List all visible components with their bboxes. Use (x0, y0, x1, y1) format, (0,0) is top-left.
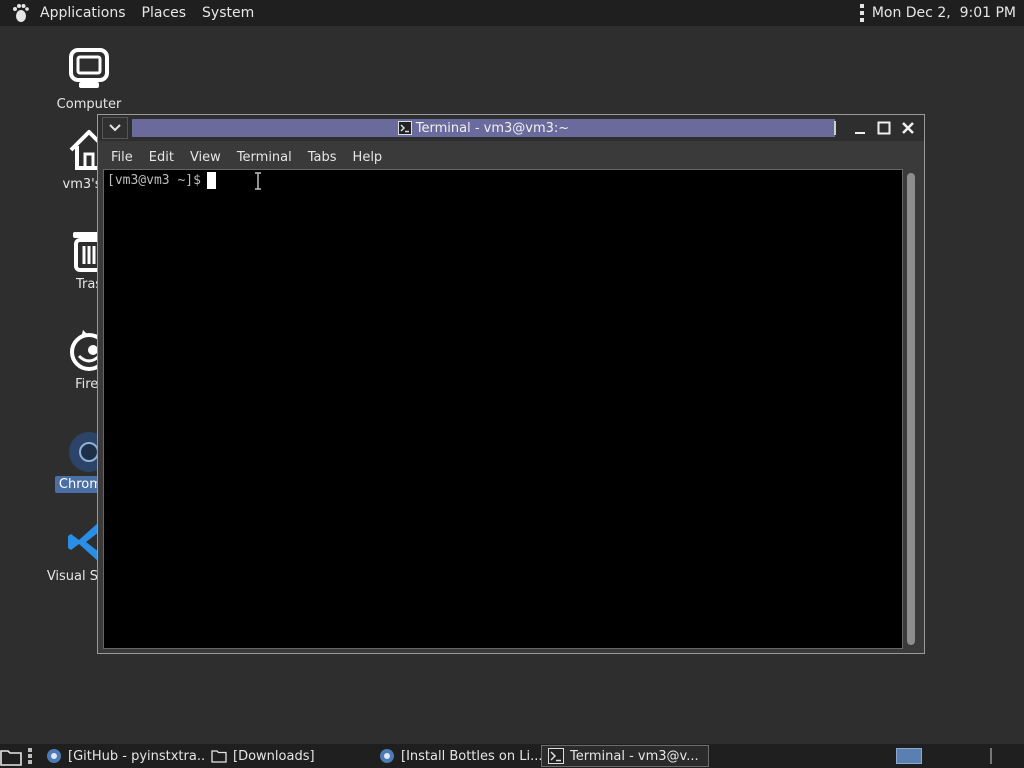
bottom-taskbar: [GitHub - pyinstxtra... [Downloads] [Ins… (0, 744, 1024, 768)
maximize-button[interactable] (874, 118, 894, 138)
desktop-icon-label: Computer (56, 97, 122, 112)
chromium-icon (47, 749, 61, 763)
task-downloads[interactable]: [Downloads] (205, 745, 373, 767)
taskbar-separator (990, 748, 992, 764)
task-label: [Downloads] (233, 748, 315, 764)
menu-edit[interactable]: Edit (141, 150, 182, 165)
title-separator (834, 121, 836, 135)
gnome-foot-icon[interactable] (10, 3, 30, 23)
menu-terminal[interactable]: Terminal (229, 150, 300, 165)
top-panel: Applications Places System Mon Dec 2, 9:… (0, 0, 1024, 26)
minimize-button[interactable] (850, 118, 870, 138)
terminal-icon (548, 748, 564, 764)
window-menu-button[interactable] (102, 117, 128, 139)
menu-tabs[interactable]: Tabs (300, 150, 345, 165)
maximize-icon (877, 121, 891, 135)
shell-prompt: [vm3@vm3 ~]$ (107, 173, 201, 188)
task-label: Terminal - vm3@v... (570, 748, 699, 764)
title-bar[interactable]: Terminal - vm3@vm3:~ (98, 115, 924, 141)
folder-icon (211, 750, 227, 763)
task-label: [GitHub - pyinstxtra... (68, 748, 205, 764)
panel-clock-area: Mon Dec 2, 9:01 PM (859, 4, 1024, 22)
scrollbar-thumb[interactable] (907, 173, 915, 645)
workspace-switcher[interactable] (896, 748, 922, 764)
taskbar-grip-icon[interactable] (28, 748, 34, 764)
places-menu[interactable]: Places (134, 0, 195, 26)
monitor-icon (69, 48, 109, 88)
window-title-strip[interactable]: Terminal - vm3@vm3:~ (132, 119, 835, 137)
chromium-icon (380, 749, 394, 763)
terminal-output[interactable]: [vm3@vm3 ~]$ (103, 169, 903, 649)
kebab-menu-icon[interactable] (859, 4, 864, 22)
prompt-line: [vm3@vm3 ~]$ (107, 172, 216, 189)
close-button[interactable] (898, 118, 918, 138)
menu-file[interactable]: File (103, 150, 141, 165)
window-title: Terminal - vm3@vm3:~ (415, 120, 570, 136)
task-install-bottles[interactable]: [Install Bottles on Li... (373, 745, 541, 767)
desktop-icon-computer[interactable]: Computer (16, 46, 162, 113)
menu-help[interactable]: Help (345, 150, 391, 165)
menu-bar: File Edit View Terminal Tabs Help (103, 145, 919, 169)
terminal-window[interactable]: Terminal - vm3@vm3:~ File Edit View Term… (97, 114, 925, 654)
ibeam-cursor-icon (255, 172, 261, 190)
task-github[interactable]: [GitHub - pyinstxtra... (40, 745, 205, 767)
panel-menu: Applications Places System (0, 0, 262, 26)
show-desktop-icon[interactable] (0, 746, 22, 766)
task-label: [Install Bottles on Li... (401, 748, 541, 764)
task-terminal[interactable]: Terminal - vm3@v... (541, 745, 709, 767)
clock[interactable]: Mon Dec 2, 9:01 PM (872, 5, 1016, 21)
close-icon (902, 122, 914, 134)
chevron-down-icon (109, 124, 121, 132)
window-controls (834, 118, 918, 138)
vertical-scrollbar[interactable] (904, 169, 918, 649)
system-menu[interactable]: System (194, 0, 262, 26)
minimize-icon (855, 132, 865, 134)
menu-view[interactable]: View (182, 150, 229, 165)
text-cursor (206, 172, 216, 189)
terminal-icon (397, 121, 412, 135)
applications-menu[interactable]: Applications (32, 0, 134, 26)
